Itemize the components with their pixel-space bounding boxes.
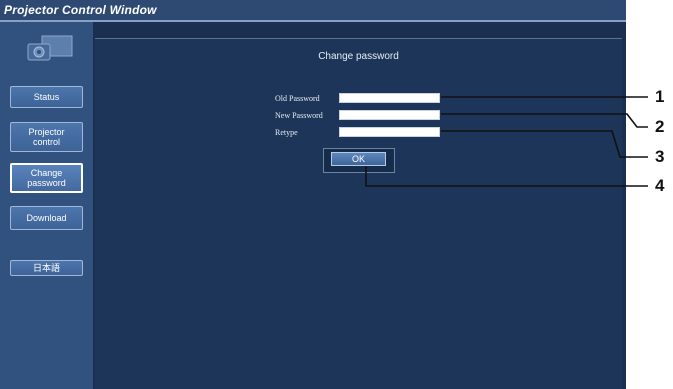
page-title: Change password bbox=[318, 51, 399, 62]
old-password-input[interactable] bbox=[339, 93, 440, 103]
sidebar-item-download[interactable]: Download bbox=[10, 206, 83, 230]
sidebar-item-japanese[interactable]: 日本語 bbox=[10, 260, 83, 276]
sidebar-item-label: Change password bbox=[27, 168, 66, 188]
ok-button[interactable]: OK bbox=[331, 152, 386, 166]
title-bar: Projector Control Window bbox=[0, 0, 626, 22]
sidebar-item-label: 日本語 bbox=[32, 263, 60, 273]
sidebar-item-change-password[interactable]: Change password bbox=[10, 163, 83, 193]
callout-number-2: 2 bbox=[655, 117, 665, 136]
callout-number-1: 1 bbox=[655, 87, 665, 106]
new-password-input[interactable] bbox=[339, 110, 440, 120]
new-password-label: New Password bbox=[275, 111, 323, 120]
sidebar-item-label: Status bbox=[33, 92, 60, 102]
old-password-label: Old Password bbox=[275, 94, 320, 103]
sidebar-item-status[interactable]: Status bbox=[10, 86, 83, 108]
retype-password-label: Retype bbox=[275, 128, 298, 137]
retype-password-input[interactable] bbox=[339, 127, 440, 137]
sidebar-item-projector-control[interactable]: Projector control bbox=[10, 122, 83, 152]
projector-icon bbox=[27, 35, 73, 61]
sidebar: Status Projector control Change password… bbox=[0, 22, 93, 389]
main-panel: Change password Old Password New Passwor… bbox=[95, 38, 622, 389]
callout-number-3: 3 bbox=[655, 147, 665, 166]
sidebar-item-label: Download bbox=[26, 213, 67, 223]
window-title: Projector Control Window bbox=[4, 3, 157, 17]
projector-control-window: Projector Control Window Status Projecto… bbox=[0, 0, 626, 389]
sidebar-item-label: Projector control bbox=[28, 127, 65, 147]
callout-number-4: 4 bbox=[655, 176, 665, 195]
